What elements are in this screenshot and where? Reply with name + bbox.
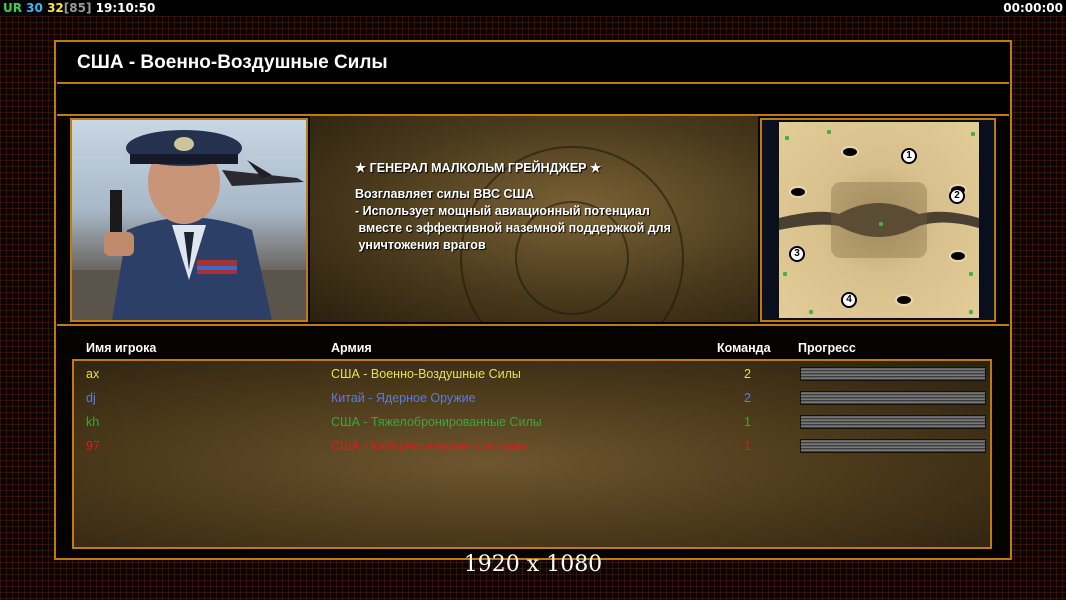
general-description-panel: ★ ГЕНЕРАЛ МАЛКОЛЬМ ГРЕЙНДЖЕР ★ Возглавля… (310, 116, 758, 322)
table-row[interactable]: 97 США - Кибернетические Системы 1 (74, 435, 990, 457)
player-team: 1 (744, 439, 751, 453)
player-army: Китай - Ядерное Оружие (331, 391, 476, 405)
table-row[interactable]: dj Китай - Ядерное Оружие 2 (74, 387, 990, 409)
minimap-tree (785, 136, 789, 140)
header-player-name: Имя игрока (86, 341, 157, 355)
player-team: 2 (744, 391, 751, 405)
minimap-start-slot (789, 186, 807, 198)
minimap-terrain: 1 2 3 4 (779, 122, 979, 318)
page-title: США - Военно-Воздушные Силы (77, 52, 388, 73)
minimap-tree (879, 222, 883, 226)
minimap[interactable]: 1 2 3 4 (760, 118, 996, 322)
general-portrait (70, 118, 308, 322)
table-row[interactable]: ax США - Военно-Воздушные Силы 2 (74, 363, 990, 385)
general-desc-line: Возглавляет силы ВВС США (355, 187, 535, 201)
table-row[interactable]: kh США - Тяжелобронированные Силы 1 (74, 411, 990, 433)
hud-timer: 00:00:00 (1003, 1, 1063, 15)
header-army: Армия (331, 341, 372, 355)
minimap-tree (783, 272, 787, 276)
minimap-tree (969, 272, 973, 276)
player-name: 97 (86, 439, 100, 453)
minimap-tree (971, 132, 975, 136)
hud-fps-b: 32 (47, 1, 64, 15)
section-divider (57, 324, 1009, 326)
hud-tag: UR (3, 1, 22, 15)
sub-bar (57, 84, 1009, 116)
general-desc-line: уничтожения врагов (355, 238, 486, 252)
minimap-tree (969, 310, 973, 314)
minimap-start-slot (949, 250, 967, 262)
player-army: США - Кибернетические Системы (331, 439, 528, 453)
general-portrait-image (72, 130, 306, 320)
minimap-player-4[interactable]: 4 (841, 292, 857, 308)
player-name: kh (86, 415, 100, 429)
resolution-label: 1920 x 1080 (463, 552, 603, 577)
minimap-start-slot (895, 294, 913, 306)
overlay-status-bar: UR 30 32[85] 19:10:50 00:00:00 (0, 0, 1066, 16)
hud-clock: 19:10:50 (95, 1, 156, 15)
player-table: ax США - Военно-Воздушные Силы 2 dj Кита… (72, 359, 992, 549)
hud-fps-c: [85] (63, 1, 92, 15)
minimap-player-3[interactable]: 3 (789, 246, 805, 262)
header-progress: Прогресс (798, 341, 856, 355)
minimap-player-2[interactable]: 2 (949, 188, 965, 204)
player-name: dj (86, 391, 96, 405)
player-army: США - Тяжелобронированные Силы (331, 415, 542, 429)
general-desc-line: вместе с эффективной наземной поддержкой… (355, 221, 671, 235)
player-team: 2 (744, 367, 751, 381)
player-name: ax (86, 367, 100, 381)
hud-fps-a: 30 (26, 1, 43, 15)
progress-bar (800, 391, 986, 405)
general-name: ★ ГЕНЕРАЛ МАЛКОЛЬМ ГРЕЙНДЖЕР ★ (355, 161, 602, 175)
progress-bar (800, 367, 986, 381)
minimap-river (779, 182, 979, 258)
title-bar: США - Военно-Воздушные Силы (57, 44, 1009, 84)
player-team: 1 (744, 415, 751, 429)
player-army: США - Военно-Воздушные Силы (331, 367, 521, 381)
progress-bar (800, 415, 986, 429)
minimap-player-1[interactable]: 1 (901, 148, 917, 164)
minimap-tree (809, 310, 813, 314)
minimap-start-slot (841, 146, 859, 158)
progress-bar (800, 439, 986, 453)
minimap-tree (827, 130, 831, 134)
header-team: Команда (717, 341, 771, 355)
general-desc-line: - Использует мощный авиационный потенциа… (355, 204, 650, 218)
